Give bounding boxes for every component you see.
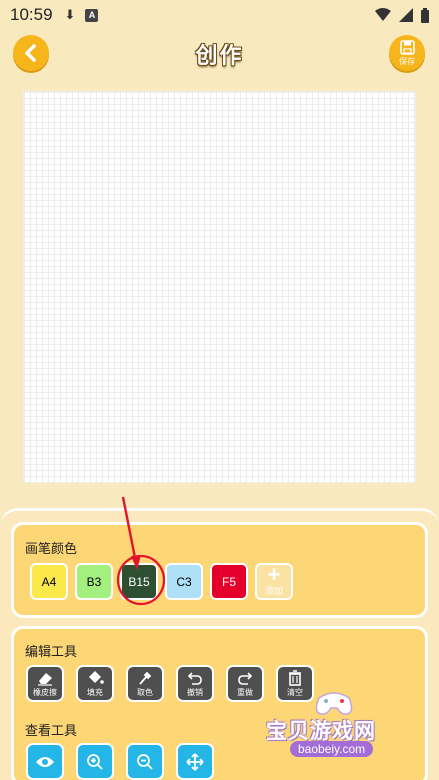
trash-icon [289, 669, 301, 686]
save-button[interactable]: 保存 [389, 35, 425, 71]
preview-button[interactable] [26, 743, 64, 780]
undo-button[interactable]: 撤销 [176, 665, 214, 702]
undo-icon [187, 671, 202, 685]
eraser-label: 橡皮擦 [33, 687, 57, 697]
battery-icon [421, 7, 429, 23]
floppy-disk-icon [399, 39, 415, 55]
status-time: 10:59 [10, 5, 53, 24]
eraser-icon [38, 672, 52, 686]
add-color-button[interactable]: + 添加 [255, 563, 293, 600]
eyedropper-icon [139, 671, 152, 685]
fill-button[interactable]: 填充 [76, 665, 114, 702]
signal-icon [399, 8, 413, 22]
eye-icon [36, 756, 54, 767]
color-swatch-c3[interactable]: C3 [165, 563, 203, 600]
undo-label: 撤销 [187, 687, 203, 697]
download-icon: ⬇ [64, 7, 76, 22]
wifi-icon [375, 8, 391, 22]
zoom-out-icon [137, 753, 153, 770]
color-swatch-a4[interactable]: A4 [30, 563, 68, 600]
redo-label: 重做 [237, 687, 253, 697]
move-icon [186, 752, 204, 771]
fill-label: 填充 [87, 687, 103, 697]
view-tools-title: 查看工具 [25, 723, 78, 738]
color-swatch-b15[interactable]: B15 [120, 563, 158, 600]
clear-button[interactable]: 清空 [276, 665, 314, 702]
move-button[interactable] [176, 743, 214, 780]
edit-tools-title: 编辑工具 [25, 644, 78, 659]
clear-label: 清空 [287, 687, 303, 697]
a-icon: A [85, 8, 99, 22]
color-picker-label: 取色 [137, 687, 153, 697]
watermark-url: baobeiy.com [290, 741, 374, 757]
header: 创作 保存 [0, 30, 439, 76]
drawing-canvas[interactable] [23, 91, 416, 483]
redo-icon [238, 671, 253, 685]
zoom-in-button[interactable] [76, 743, 114, 780]
zoom-in-icon [87, 753, 103, 770]
save-label: 保存 [399, 56, 415, 66]
color-picker-button[interactable]: 取色 [126, 665, 164, 702]
zoom-out-button[interactable] [126, 743, 164, 780]
page-title: 创作 [195, 43, 244, 68]
status-bar: 10:59 ⬇ A [0, 0, 439, 30]
paint-bucket-icon [89, 670, 104, 684]
add-color-label: 添加 [264, 586, 283, 596]
color-swatch-b3[interactable]: B3 [75, 563, 113, 600]
gamepad-icon [315, 692, 353, 715]
eraser-button[interactable]: 橡皮擦 [26, 665, 64, 702]
redo-button[interactable]: 重做 [226, 665, 264, 702]
plus-icon: + [267, 562, 281, 587]
brush-colors-title: 画笔颜色 [25, 541, 78, 556]
color-swatch-f5[interactable]: F5 [210, 563, 248, 600]
